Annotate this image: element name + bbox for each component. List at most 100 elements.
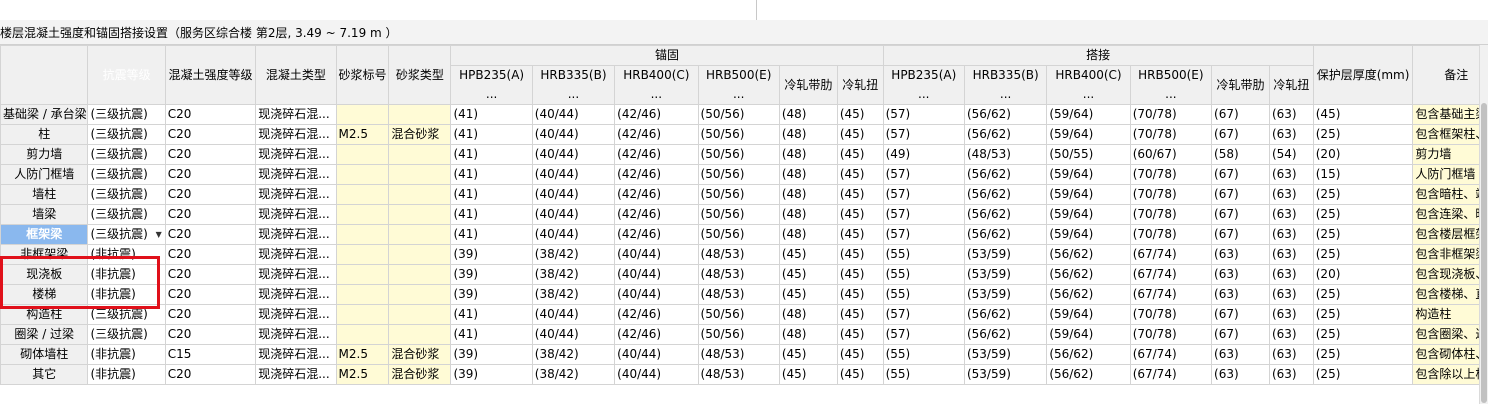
anchor-hrb400-cell[interactable]: (42/46) [614,104,699,125]
lap-hrb500-cell[interactable]: (67/74) [1129,284,1213,305]
anchor-cold-twist-cell[interactable]: (45) [836,124,884,145]
lap-hrb500-cell[interactable]: (70/78) [1129,224,1213,245]
lap-hrb400-cell[interactable]: (50/55) [1046,144,1131,165]
anchor-hrb335-cell[interactable]: (40/44) [531,204,616,225]
note-cell[interactable]: 包含框架柱、 [1412,124,1479,145]
lap-cold-rib-cell[interactable]: (58) [1211,144,1270,165]
lap-cold-rib-cell[interactable]: (63) [1211,264,1270,285]
anchor-hpb235-cell[interactable]: (39) [450,264,533,285]
lap-cold-twist-cell[interactable]: (63) [1268,324,1314,345]
cover-thickness-cell[interactable]: (25) [1312,184,1414,205]
lap-cold-rib-cell[interactable]: (67) [1211,224,1270,245]
anchor-cold-twist-cell[interactable]: (45) [836,204,884,225]
anchor-hpb235-cell[interactable]: (41) [450,104,533,125]
lap-hrb500-cell[interactable]: (67/74) [1129,264,1213,285]
anchor-hrb400-cell[interactable]: (42/46) [614,224,699,245]
lap-hpb235-cell[interactable]: (57) [882,224,965,245]
lap-cold-twist-cell[interactable]: (63) [1268,364,1314,385]
header-anchor-hpb235[interactable]: HPB235(A) ... [450,65,533,105]
row-header[interactable]: 柱 [0,124,89,145]
anchor-hpb235-cell[interactable]: (41) [450,164,533,185]
anchor-cold-rib-cell[interactable]: (48) [778,304,838,325]
mortar-grade-cell[interactable] [335,284,390,305]
lap-hpb235-cell[interactable]: (57) [882,124,965,145]
anchor-cold-rib-cell[interactable]: (48) [778,324,838,345]
anchor-hrb500-cell[interactable]: (48/53) [697,364,780,385]
concrete-type-cell[interactable]: 现浇碎石混... [255,324,337,345]
anchor-cold-rib-cell[interactable]: (45) [778,264,838,285]
concrete-grade-cell[interactable]: C20 [164,264,257,285]
header-lap-cold-twist[interactable]: 冷轧扭 [1268,65,1314,105]
mortar-grade-cell[interactable] [335,164,390,185]
mortar-type-cell[interactable] [388,304,452,325]
anchor-cold-rib-cell[interactable]: (48) [778,124,838,145]
lap-cold-rib-cell[interactable]: (67) [1211,324,1270,345]
concrete-type-cell[interactable]: 现浇碎石混... [255,244,337,265]
concrete-grade-cell[interactable]: C20 [164,304,257,325]
anchor-hrb400-cell[interactable]: (42/46) [614,144,699,165]
lap-hrb335-cell[interactable]: (56/62) [963,124,1048,145]
seismic-grade-cell[interactable]: (三级抗震) [87,204,166,225]
seismic-grade-cell[interactable]: (非抗震) [87,264,166,285]
row-header[interactable]: 圈梁 / 过梁 [0,324,89,345]
note-cell[interactable]: 包含基础主梁、 [1412,104,1479,125]
concrete-grade-cell[interactable]: C20 [164,164,257,185]
anchor-cold-rib-cell[interactable]: (48) [778,164,838,185]
cover-thickness-cell[interactable]: (45) [1312,104,1414,125]
concrete-grade-cell[interactable]: C20 [164,184,257,205]
lap-hrb500-cell[interactable]: (70/78) [1129,324,1213,345]
lap-hrb335-cell[interactable]: (56/62) [963,304,1048,325]
mortar-type-cell[interactable]: 混合砂浆 [388,364,452,385]
cover-thickness-cell[interactable]: (25) [1312,204,1414,225]
lap-cold-twist-cell[interactable]: (63) [1268,284,1314,305]
note-cell[interactable]: 包含现浇板、 [1412,264,1479,285]
anchor-hrb500-cell[interactable]: (48/53) [697,344,780,365]
header-lap-hrb335[interactable]: HRB335(B) ... [963,65,1048,105]
lap-hrb400-cell[interactable]: (59/64) [1046,324,1131,345]
lap-cold-rib-cell[interactable]: (67) [1211,164,1270,185]
header-lap-hpb235[interactable]: HPB235(A) ... [882,65,965,105]
mortar-type-cell[interactable]: 混合砂浆 [388,344,452,365]
lap-cold-twist-cell[interactable]: (63) [1268,204,1314,225]
cover-thickness-cell[interactable]: (20) [1312,264,1414,285]
header-mortar-grade[interactable]: 砂浆标号 [335,45,390,105]
lap-hrb500-cell[interactable]: (67/74) [1129,344,1213,365]
lap-hpb235-cell[interactable]: (55) [882,284,965,305]
lap-cold-rib-cell[interactable]: (63) [1211,364,1270,385]
lap-cold-twist-cell[interactable]: (63) [1268,344,1314,365]
anchor-hpb235-cell[interactable]: (41) [450,304,533,325]
lap-hpb235-cell[interactable]: (55) [882,344,965,365]
mortar-grade-cell[interactable]: M2.5 [335,124,390,145]
anchor-hrb500-cell[interactable]: (50/56) [697,144,780,165]
anchor-hrb335-cell[interactable]: (40/44) [531,124,616,145]
anchor-hrb500-cell[interactable]: (50/56) [697,204,780,225]
concrete-type-cell[interactable]: 现浇碎石混... [255,184,337,205]
header-lap-cold-rib[interactable]: 冷轧带肋 [1211,65,1270,105]
mortar-grade-cell[interactable] [335,204,390,225]
seismic-grade-cell[interactable]: (非抗震) [87,344,166,365]
header-anchor-cold-rib[interactable]: 冷轧带肋 [778,65,838,105]
mortar-type-cell[interactable] [388,324,452,345]
concrete-type-cell[interactable]: 现浇碎石混... [255,264,337,285]
header-concrete-type[interactable]: 混凝土类型 [255,45,337,105]
header-anchor-hrb335[interactable]: HRB335(B) ... [531,65,616,105]
lap-cold-rib-cell[interactable]: (67) [1211,124,1270,145]
lap-hrb400-cell[interactable]: (59/64) [1046,164,1131,185]
anchor-hrb500-cell[interactable]: (50/56) [697,304,780,325]
lap-hpb235-cell[interactable]: (57) [882,104,965,125]
anchor-hrb335-cell[interactable]: (40/44) [531,104,616,125]
lap-cold-rib-cell[interactable]: (67) [1211,204,1270,225]
lap-hpb235-cell[interactable]: (57) [882,184,965,205]
lap-cold-twist-cell[interactable]: (54) [1268,144,1314,165]
anchor-hrb500-cell[interactable]: (50/56) [697,104,780,125]
anchor-hrb400-cell[interactable]: (42/46) [614,324,699,345]
lap-hrb400-cell[interactable]: (59/64) [1046,304,1131,325]
seismic-grade-cell[interactable]: (三级抗震) [87,184,166,205]
concrete-type-cell[interactable]: 现浇碎石混... [255,204,337,225]
anchor-hrb335-cell[interactable]: (38/42) [531,244,616,265]
note-cell[interactable]: 剪力墙 [1412,144,1479,165]
anchor-hpb235-cell[interactable]: (41) [450,204,533,225]
row-header[interactable]: 剪力墙 [0,144,89,165]
lap-hpb235-cell[interactable]: (49) [882,144,965,165]
lap-hrb335-cell[interactable]: (53/59) [963,244,1048,265]
